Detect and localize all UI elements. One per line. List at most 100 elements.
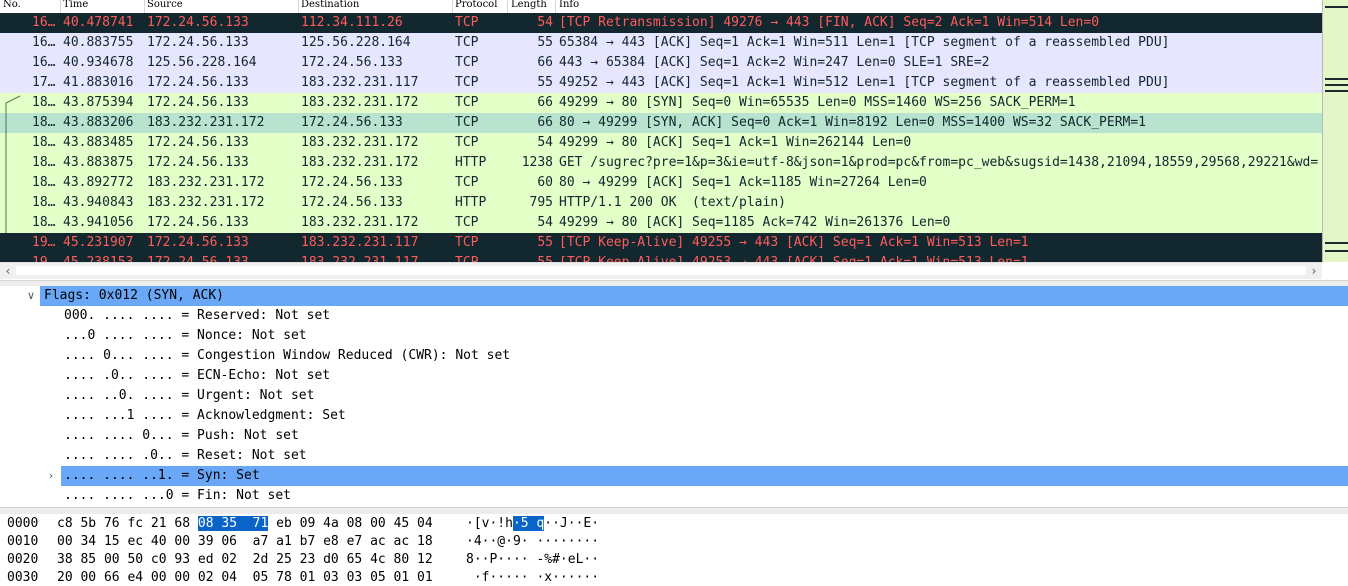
hex-dump-line[interactable]: 0020 38 85 00 50 c0 93 ed 02 2d 25 23 d0 … (0, 551, 1348, 568)
packet-row[interactable]: 18… 43.940843 183.232.231.172 172.24.56.133… (0, 193, 1322, 213)
packet-details-pane: ∨ Flags: 0x012 (SYN, ACK) 000. .... ....… (0, 286, 1348, 508)
packet-row[interactable]: 19… 45.238153 172.24.56.133 183.232.231.117… (0, 253, 1322, 262)
packet-row[interactable]: 18… 43.941056 172.24.56.133 183.232.231.172… (0, 213, 1322, 233)
packet-info: GET /sugrec?pre=1&p=3&ie=utf-8&json=1&pr… (559, 155, 1319, 170)
scroll-right-icon[interactable]: › (1306, 263, 1322, 279)
packet-info: HTTP/1.1 200 OK (text/plain) (559, 195, 786, 210)
flag-field-item[interactable]: .... .... ...0 = Fin: Not set (0, 486, 1348, 506)
flags-tree-item[interactable]: ∨ Flags: 0x012 (SYN, ACK) (0, 286, 1348, 306)
packet-row[interactable]: 17… 41.883016 172.24.56.133 183.232.231.117… (0, 73, 1322, 93)
packet-time: 41.883016 (63, 75, 134, 90)
flag-field-item[interactable]: 000. .... .... = Reserved: Not set (0, 306, 1348, 326)
packet-no: 18… (32, 215, 56, 230)
packet-info: 443 → 65384 [ACK] Seq=1 Ack=2 Win=247 Le… (559, 55, 990, 70)
packet-row[interactable]: 18… 43.883875 172.24.56.133 183.232.231.172… (0, 153, 1322, 173)
ascii-group: ·4··@·9· ········ (466, 534, 600, 549)
hex-dump-line[interactable]: 0030 20 00 66 e4 00 00 02 04 05 78 01 03 … (0, 569, 1348, 586)
packet-row[interactable]: 19… 45.231907 172.24.56.133 183.232.231.117… (0, 233, 1322, 253)
packet-row[interactable]: 18… 43.883485 172.24.56.133 183.232.231.172… (0, 133, 1322, 153)
packet-no: 18… (32, 155, 56, 170)
flag-field-label: .... .... ...0 = Fin: Not set (64, 488, 291, 503)
column-header-length[interactable]: Length (511, 0, 547, 10)
packet-destination: 172.24.56.133 (301, 115, 403, 130)
packet-length: 55 (537, 35, 553, 50)
packet-minimap-scrollbar[interactable] (1322, 0, 1348, 262)
flag-field-item[interactable]: .... .... 0... = Push: Not set (0, 426, 1348, 446)
packet-source: 183.232.231.172 (147, 175, 265, 190)
flag-field-item[interactable]: ...0 .... .... = Nonce: Not set (0, 326, 1348, 346)
packet-protocol: TCP (455, 175, 479, 190)
column-separator[interactable] (555, 0, 556, 13)
packet-row[interactable]: 18… 43.875394 172.24.56.133 183.232.231.172… (0, 93, 1322, 113)
flag-field-label: .... 0... .... = Congestion Window Reduc… (64, 348, 511, 363)
flag-field-item[interactable]: .... .0.. .... = ECN-Echo: Not set (0, 366, 1348, 386)
packet-length: 55 (508, 253, 553, 262)
packet-row[interactable]: 16… 40.883755 172.24.56.133 125.56.228.164 T… (0, 33, 1322, 53)
conversation-bracket-icon (0, 93, 21, 113)
packet-row[interactable]: 16… 40.478741 172.24.56.133 112.34.111.26 TC… (0, 13, 1322, 33)
column-header-destination[interactable]: Destination (301, 0, 359, 10)
ascii-dump: ·f····· ·x······ (466, 569, 599, 586)
highlighted-bytes: 08 35 71 (197, 516, 269, 531)
column-separator[interactable] (144, 0, 145, 13)
hex-offset: 0000 (7, 516, 39, 531)
column-separator[interactable] (452, 0, 453, 13)
flag-field-label: ...0 .... .... = Nonce: Not set (64, 328, 307, 343)
packet-no: 16… (32, 35, 56, 50)
column-separator[interactable] (507, 0, 508, 13)
packet-protocol: TCP (455, 235, 479, 250)
column-separator[interactable] (60, 0, 61, 13)
flag-field-item[interactable]: .... ...1 .... = Acknowledgment: Set (0, 406, 1348, 426)
column-header-protocol[interactable]: Protocol (455, 0, 497, 10)
chevron-right-icon[interactable]: › (44, 466, 58, 486)
packet-row[interactable]: 18… 43.892772 183.232.231.172 172.24.56.133… (0, 173, 1322, 193)
ascii-dump: ·[v·!h·5 q··J··E· (466, 515, 599, 532)
packet-list-pane: No. Time Source Destination Protocol Len… (0, 0, 1348, 280)
ascii-group: 8··P···· -%#·eL·· (466, 552, 600, 567)
packet-length: 55 (537, 75, 553, 90)
hex-bytes: 00 34 15 ec 40 00 39 06 a7 a1 b7 e8 e7 a… (57, 533, 433, 550)
column-header-no[interactable]: No. (3, 0, 21, 10)
flag-field-item[interactable]: .... ..0. .... = Urgent: Not set (0, 386, 1348, 406)
packet-no: 18… (32, 115, 56, 130)
packet-no: 19… (32, 235, 56, 250)
packet-row[interactable]: 18… 43.883206 183.232.231.172 172.24.56.133… (0, 113, 1322, 133)
flag-field-item[interactable]: .... 0... .... = Congestion Window Reduc… (0, 346, 1348, 366)
packet-length: 54 (537, 15, 553, 30)
flag-field-label: .... .... .0.. = Reset: Not set (64, 448, 307, 463)
horizontal-scrollbar[interactable]: ‹ › (0, 262, 1322, 279)
packet-destination: 183.232.231.172 (301, 95, 419, 110)
hex-dump-line[interactable]: 0010 00 34 15 ec 40 00 39 06 a7 a1 b7 e8 … (0, 533, 1348, 550)
ascii-group: ·[v·!h (466, 516, 513, 531)
packet-info: 80 → 49299 [ACK] Seq=1 Ack=1185 Win=2726… (559, 175, 927, 190)
packet-no: 18… (32, 195, 56, 210)
scroll-left-icon[interactable]: ‹ (0, 263, 16, 279)
packet-time: 45.231907 (63, 235, 134, 250)
hex-dump-line[interactable]: 0000 c8 5b 76 fc 21 68 08 35 71 eb 09 4a … (0, 515, 1348, 532)
scrollbar-thumb[interactable] (16, 266, 1306, 275)
packet-row[interactable]: 16… 40.934678 125.56.228.164 172.24.56.133 T… (0, 53, 1322, 73)
column-header-info[interactable]: Info (559, 0, 579, 10)
packet-no: 18… (32, 175, 56, 190)
packet-length: 60 (537, 175, 553, 190)
packet-protocol: TCP (455, 35, 479, 50)
hex-bytes: 38 85 00 50 c0 93 ed 02 2d 25 23 d0 65 4… (57, 551, 433, 568)
hex-byte-group: 20 00 66 e4 00 00 02 04 05 78 01 03 03 0… (57, 570, 433, 585)
packet-source: 172.24.56.133 (147, 75, 249, 90)
chevron-down-icon[interactable]: ∨ (24, 286, 38, 306)
flag-field-item[interactable]: › .... .... ..1. = Syn: Set (0, 466, 1348, 486)
flag-field-label: 000. .... .... = Reserved: Not set (64, 308, 331, 323)
packet-no: 16… (32, 15, 56, 30)
column-header-time[interactable]: Time (63, 0, 88, 10)
packet-destination: 183.232.231.117 (301, 235, 419, 250)
packet-destination: 125.56.228.164 (301, 35, 411, 50)
column-separator[interactable] (298, 0, 299, 13)
hex-offset: 0010 (7, 534, 39, 549)
packet-protocol: TCP (455, 75, 479, 90)
flag-field-item[interactable]: .... .... .0.. = Reset: Not set (0, 446, 1348, 466)
hex-bytes: c8 5b 76 fc 21 68 08 35 71 eb 09 4a 08 0… (57, 515, 433, 532)
column-header-source[interactable]: Source (147, 0, 183, 10)
packet-protocol: HTTP (455, 155, 487, 170)
packet-no: 16… (32, 55, 56, 70)
packet-info: 49299 → 80 [ACK] Seq=1 Ack=1 Win=262144 … (559, 135, 912, 150)
